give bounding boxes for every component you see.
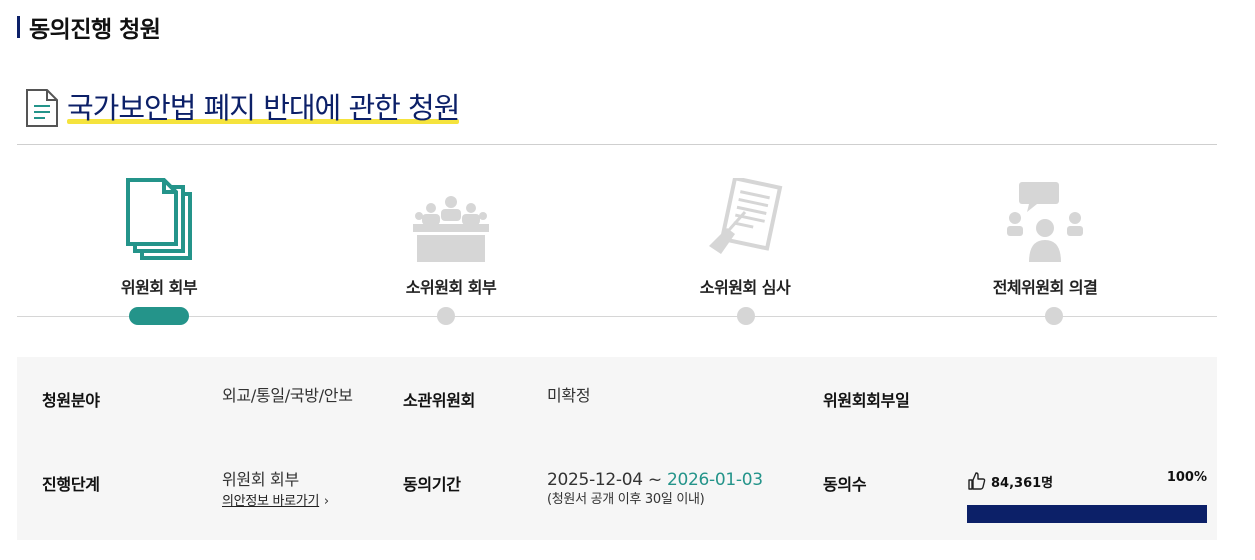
section-title: 동의진행 청원 — [29, 17, 161, 43]
step-label: 소위원회 심사 — [699, 278, 791, 297]
petition-title-text: 국가보안법 폐지 반대에 관한 청원 — [67, 91, 460, 125]
review-document-icon — [709, 178, 783, 254]
field-value: 외교/통일/국방/안보 — [222, 386, 353, 405]
divider — [17, 144, 1217, 145]
period-end: 2026-01-03 — [666, 470, 763, 490]
step-label: 소위원회 회부 — [405, 278, 497, 297]
bill-info-link-row[interactable]: 의안정보 바로가기 › — [222, 491, 329, 511]
bill-info-link[interactable]: 의안정보 바로가기 — [222, 494, 319, 509]
document-icon — [26, 89, 58, 127]
petition-header: 국가보안법 폐지 반대에 관한 청원 — [25, 88, 460, 128]
period-range: 2025-12-04 ~ 2026-01-03 — [547, 471, 763, 489]
step-indicator — [437, 307, 455, 325]
step-committee-referral: 위원회 회부 — [59, 170, 259, 298]
petition-title: 국가보안법 폐지 반대에 관한 청원 — [67, 88, 460, 128]
period-note: (청원서 공개 이후 30일 이내) — [547, 492, 705, 507]
stage-value: 위원회 회부 — [222, 470, 299, 489]
progress-steps: 위원회 회부 소위원회 회부 소위원회 심사 전체위원회 의결 — [17, 170, 1217, 340]
stage-value-block: 위원회 회부 의안정보 바로가기 › — [222, 471, 329, 511]
agree-percent: 100% — [1166, 470, 1207, 485]
agree-progress-fill — [967, 505, 1207, 523]
documents-icon — [126, 178, 192, 260]
stage-label: 진행단계 — [42, 475, 100, 494]
discussion-icon — [1007, 182, 1083, 262]
period-label: 동의기간 — [403, 475, 461, 494]
thumbs-up-icon — [968, 472, 986, 490]
chevron-right-icon: › — [323, 494, 329, 509]
step-subcommittee-referral: 소위원회 회부 — [351, 170, 551, 298]
step-indicator — [737, 307, 755, 325]
title-accent-bar — [17, 16, 20, 38]
agree-count: 84,361명 — [991, 475, 1054, 491]
section-header: 동의진행 청원 — [17, 12, 161, 43]
referral-date-label: 위원회회부일 — [823, 391, 910, 410]
agree-label: 동의수 — [823, 475, 867, 494]
period-start: 2025-12-04 ~ — [547, 470, 667, 490]
step-indicator — [1045, 307, 1063, 325]
step-subcommittee-review: 소위원회 심사 — [645, 170, 845, 298]
committee-value: 미확정 — [547, 386, 591, 405]
agree-progress-track — [967, 505, 1207, 523]
meeting-icon — [413, 196, 489, 262]
petition-info-panel: 청원분야 외교/통일/국방/안보 소관위원회 미확정 위원회회부일 진행단계 위… — [17, 357, 1217, 540]
step-indicator-active — [129, 307, 189, 325]
agree-progress: 84,361명 100% — [967, 470, 1207, 523]
field-label: 청원분야 — [42, 391, 100, 410]
step-full-committee-vote: 전체위원회 의결 — [945, 170, 1145, 298]
committee-label: 소관위원회 — [403, 391, 476, 410]
step-label: 전체위원회 의결 — [992, 278, 1098, 297]
period-value-block: 2025-12-04 ~ 2026-01-03 (청원서 공개 이후 30일 이… — [547, 471, 763, 509]
progress-track — [17, 316, 1217, 317]
step-label: 위원회 회부 — [120, 278, 198, 297]
